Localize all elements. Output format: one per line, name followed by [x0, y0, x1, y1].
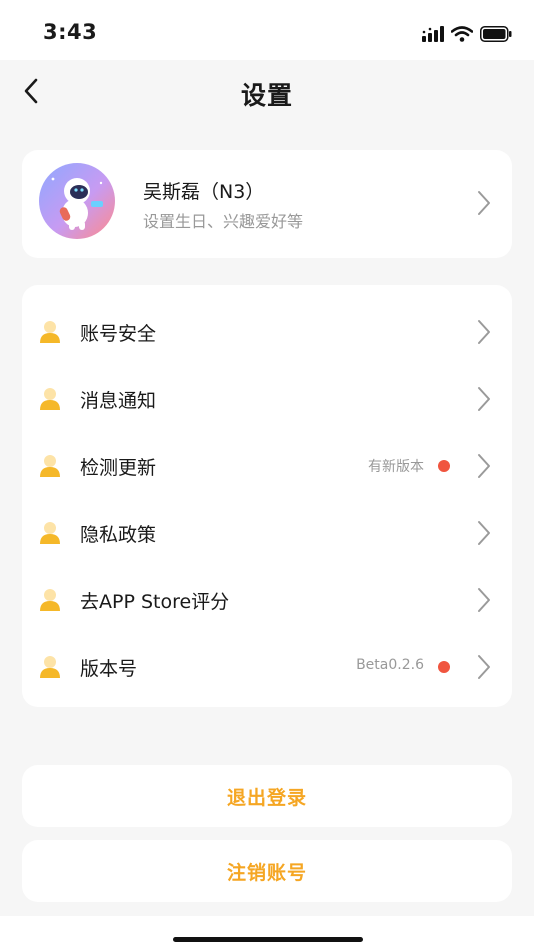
page-title: 设置 [240, 81, 293, 110]
status-time: 3:43 [43, 20, 98, 44]
chevron-right-icon [478, 320, 490, 344]
battery-icon [480, 26, 512, 42]
home-indicator [173, 937, 363, 942]
chevron-right-icon [478, 521, 490, 545]
signal-icon [422, 26, 444, 42]
menu-item-check-update[interactable]: 检测更新 有新版本 [22, 433, 512, 499]
bottom-safe-area [0, 916, 534, 950]
menu-item-value: Beta0.2.6 [356, 657, 424, 673]
notification-dot [438, 661, 450, 673]
menu-item-account-security[interactable]: 账号安全 [22, 299, 512, 365]
menu-item-value: 有新版本 [368, 459, 424, 475]
menu-item-version[interactable]: 版本号 Beta0.2.6 [22, 634, 512, 700]
profile-name: 吴斯磊（N3） [143, 181, 265, 203]
user-icon [40, 321, 60, 343]
profile-subtitle: 设置生日、兴趣爱好等 [143, 212, 304, 231]
menu-item-label: 版本号 [80, 658, 138, 680]
chevron-right-icon [478, 454, 490, 478]
user-icon [40, 589, 60, 611]
menu-item-label: 去APP Store评分 [80, 591, 230, 613]
logout-label: 退出登录 [226, 787, 307, 809]
logout-button[interactable]: 退出登录 [22, 765, 512, 827]
avatar [39, 163, 115, 239]
chevron-right-icon [478, 387, 490, 411]
settings-menu: 账号安全消息通知检测更新 有新版本隐私政策去APP Store评分 版本号 Beta0… [22, 285, 512, 707]
menu-item-label: 隐私政策 [80, 524, 157, 546]
astronaut-avatar-icon [39, 163, 115, 239]
deactivate-account-button[interactable]: 注销账号 [22, 840, 512, 902]
user-icon [40, 388, 60, 410]
profile-card[interactable]: 吴斯磊（N3） 设置生日、兴趣爱好等 [22, 150, 512, 258]
wifi-icon [451, 26, 473, 42]
deactivate-label: 注销账号 [226, 862, 307, 884]
menu-item-privacy-policy[interactable]: 隐私政策 [22, 500, 512, 566]
nav-bar: 设置 [0, 60, 534, 124]
menu-item-label: 账号安全 [80, 323, 157, 345]
menu-item-label: 检测更新 [80, 457, 157, 479]
menu-item-notifications[interactable]: 消息通知 [22, 366, 512, 432]
menu-item-rate-app-store[interactable]: 去APP Store评分 [22, 567, 512, 633]
user-icon [40, 522, 60, 544]
chevron-right-icon [478, 655, 490, 679]
chevron-right-icon [478, 588, 490, 612]
status-icons [422, 24, 512, 44]
menu-item-label: 消息通知 [80, 390, 157, 412]
status-bar: 3:43 [0, 0, 534, 60]
chevron-right-icon [478, 191, 490, 215]
user-icon [40, 455, 60, 477]
user-icon [40, 656, 60, 678]
notification-dot [438, 460, 450, 472]
